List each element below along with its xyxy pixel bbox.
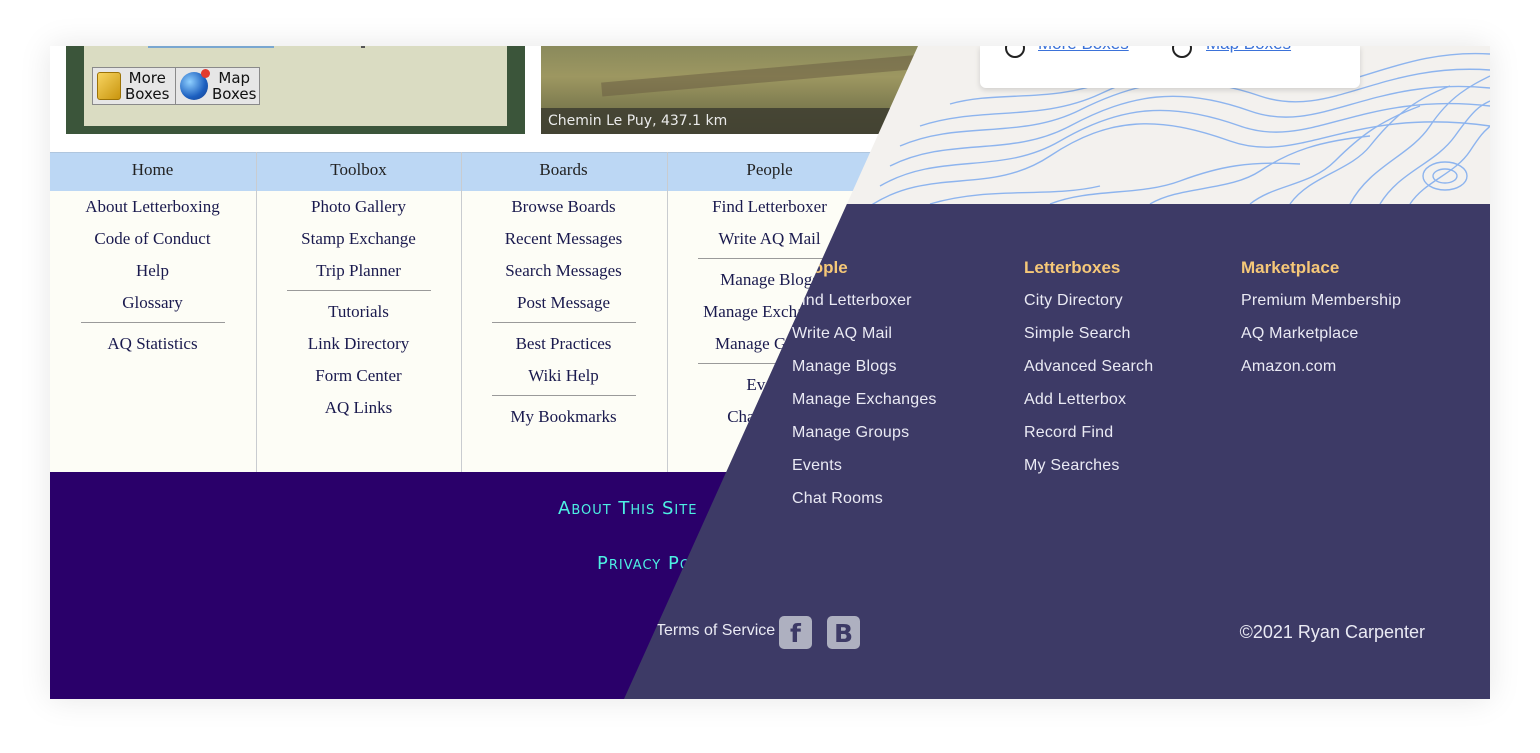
menu-column-toolbox: Toolbox Photo Gallery Stamp Exchange Trip P… bbox=[256, 152, 461, 472]
menu-item[interactable]: Link Directory bbox=[256, 328, 461, 360]
menu-item[interactable]: Trip Planner bbox=[256, 255, 461, 287]
menu-item[interactable]: Form Center bbox=[256, 360, 461, 392]
menu-divider bbox=[80, 322, 225, 323]
menu-item[interactable]: Browse Boards bbox=[461, 191, 666, 223]
menu-item[interactable]: Wiki Help bbox=[461, 360, 666, 392]
menu-item[interactable]: Best Practices bbox=[461, 328, 666, 360]
menu-header[interactable]: Toolbox bbox=[256, 152, 461, 190]
truncated-link[interactable] bbox=[148, 46, 274, 48]
menu-item[interactable]: Post Message bbox=[461, 287, 666, 319]
footer-link[interactable]: Manage Groups bbox=[792, 423, 937, 443]
footer-column-marketplace: Marketplace Premium Membership AQ Marketpl… bbox=[1241, 258, 1401, 390]
footer-link[interactable]: Premium Membership bbox=[1241, 291, 1401, 311]
menu-item[interactable]: Help bbox=[50, 255, 255, 287]
menu-column-home: Home About Letterboxing Code of Conduct Hel… bbox=[50, 152, 255, 472]
more-boxes-icon bbox=[1005, 46, 1025, 58]
menu-header[interactable]: Boards bbox=[461, 152, 666, 190]
more-boxes-button[interactable]: More Boxes bbox=[92, 67, 176, 105]
menu-item[interactable]: Search Messages bbox=[461, 255, 666, 287]
menu-header[interactable]: People bbox=[667, 152, 872, 190]
footer-column-heading: Letterboxes bbox=[1024, 258, 1121, 277]
footer-link[interactable]: Record Find bbox=[1024, 423, 1153, 443]
box-icon bbox=[97, 72, 121, 100]
menu-divider bbox=[491, 395, 636, 396]
menu-item[interactable]: AQ Statistics bbox=[50, 328, 255, 360]
comparison-frame: More Boxes Map Boxes Chemin Le Puy, 437.… bbox=[50, 46, 1490, 699]
footer-link[interactable]: Amazon.com bbox=[1241, 357, 1401, 377]
featured-box-panel: More Boxes Map Boxes bbox=[66, 46, 525, 134]
menu-header[interactable]: Home bbox=[50, 152, 255, 190]
menu-column-boards: Boards Browse Boards Recent Messages Search… bbox=[461, 152, 666, 472]
menu-item[interactable]: Photo Gallery bbox=[256, 191, 461, 223]
more-boxes-link[interactable]: More Boxes bbox=[1038, 46, 1129, 54]
footer-link[interactable]: AQ Marketplace bbox=[1241, 324, 1401, 344]
map-popup: More Boxes Map Boxes bbox=[980, 46, 1360, 88]
menu-item[interactable]: Code of Conduct bbox=[50, 223, 255, 255]
terms-of-service-link[interactable]: Terms of Service bbox=[656, 622, 775, 640]
menu-divider bbox=[697, 258, 842, 259]
footer-link[interactable]: Events bbox=[792, 456, 937, 476]
more-boxes-label: More Boxes bbox=[125, 69, 170, 103]
map-boxes-label: Map Boxes bbox=[212, 69, 257, 103]
footer-link[interactable]: Manage Exchanges bbox=[792, 390, 937, 410]
footer-column-heading: Marketplace bbox=[1241, 258, 1340, 277]
menu-item[interactable]: Recent Messages bbox=[461, 223, 666, 255]
footer-link[interactable]: My Searches bbox=[1024, 456, 1153, 476]
menu-item[interactable]: My Bookmarks bbox=[461, 401, 666, 433]
map-boxes-icon bbox=[1172, 46, 1192, 58]
footer-link[interactable]: Add Letterbox bbox=[1024, 390, 1153, 410]
globe-icon bbox=[180, 69, 210, 100]
footer-link[interactable]: Advanced Search bbox=[1024, 357, 1153, 377]
map-boxes-button[interactable]: Map Boxes bbox=[176, 67, 260, 105]
footer-link[interactable]: Write AQ Mail bbox=[792, 324, 937, 344]
footer-link[interactable]: Find Letterboxer bbox=[792, 291, 937, 311]
copyright-text: ©2021 Ryan Carpenter bbox=[1239, 622, 1425, 642]
footer-column-people: People Find Letterboxer Write AQ Mail Manag… bbox=[792, 258, 937, 522]
blogger-icon[interactable]: B bbox=[827, 616, 860, 649]
featured-photo[interactable]: Chemin Le Puy, 437.1 km bbox=[541, 46, 981, 134]
facebook-icon[interactable]: f bbox=[779, 616, 812, 649]
footer-link[interactable]: Simple Search bbox=[1024, 324, 1153, 344]
menu-item[interactable]: Glossary bbox=[50, 287, 255, 319]
menu-divider bbox=[491, 322, 636, 323]
footer-link[interactable]: Manage Blogs bbox=[792, 357, 937, 377]
about-this-site-link[interactable]: About This Site bbox=[558, 498, 697, 519]
map-boxes-link[interactable]: Map Boxes bbox=[1206, 46, 1291, 54]
menu-item[interactable]: Tutorials bbox=[256, 296, 461, 328]
footer-column-letterboxes: Letterboxes City Directory Simple Search Ad… bbox=[1024, 258, 1153, 489]
footer-link[interactable]: Chat Rooms bbox=[792, 489, 937, 509]
menu-item[interactable]: Stamp Exchange bbox=[256, 223, 461, 255]
menu-divider bbox=[286, 290, 431, 291]
footer-link[interactable]: City Directory bbox=[1024, 291, 1153, 311]
menu-item[interactable]: About Letterboxing bbox=[50, 191, 255, 223]
menu-item[interactable]: AQ Links bbox=[256, 392, 461, 424]
